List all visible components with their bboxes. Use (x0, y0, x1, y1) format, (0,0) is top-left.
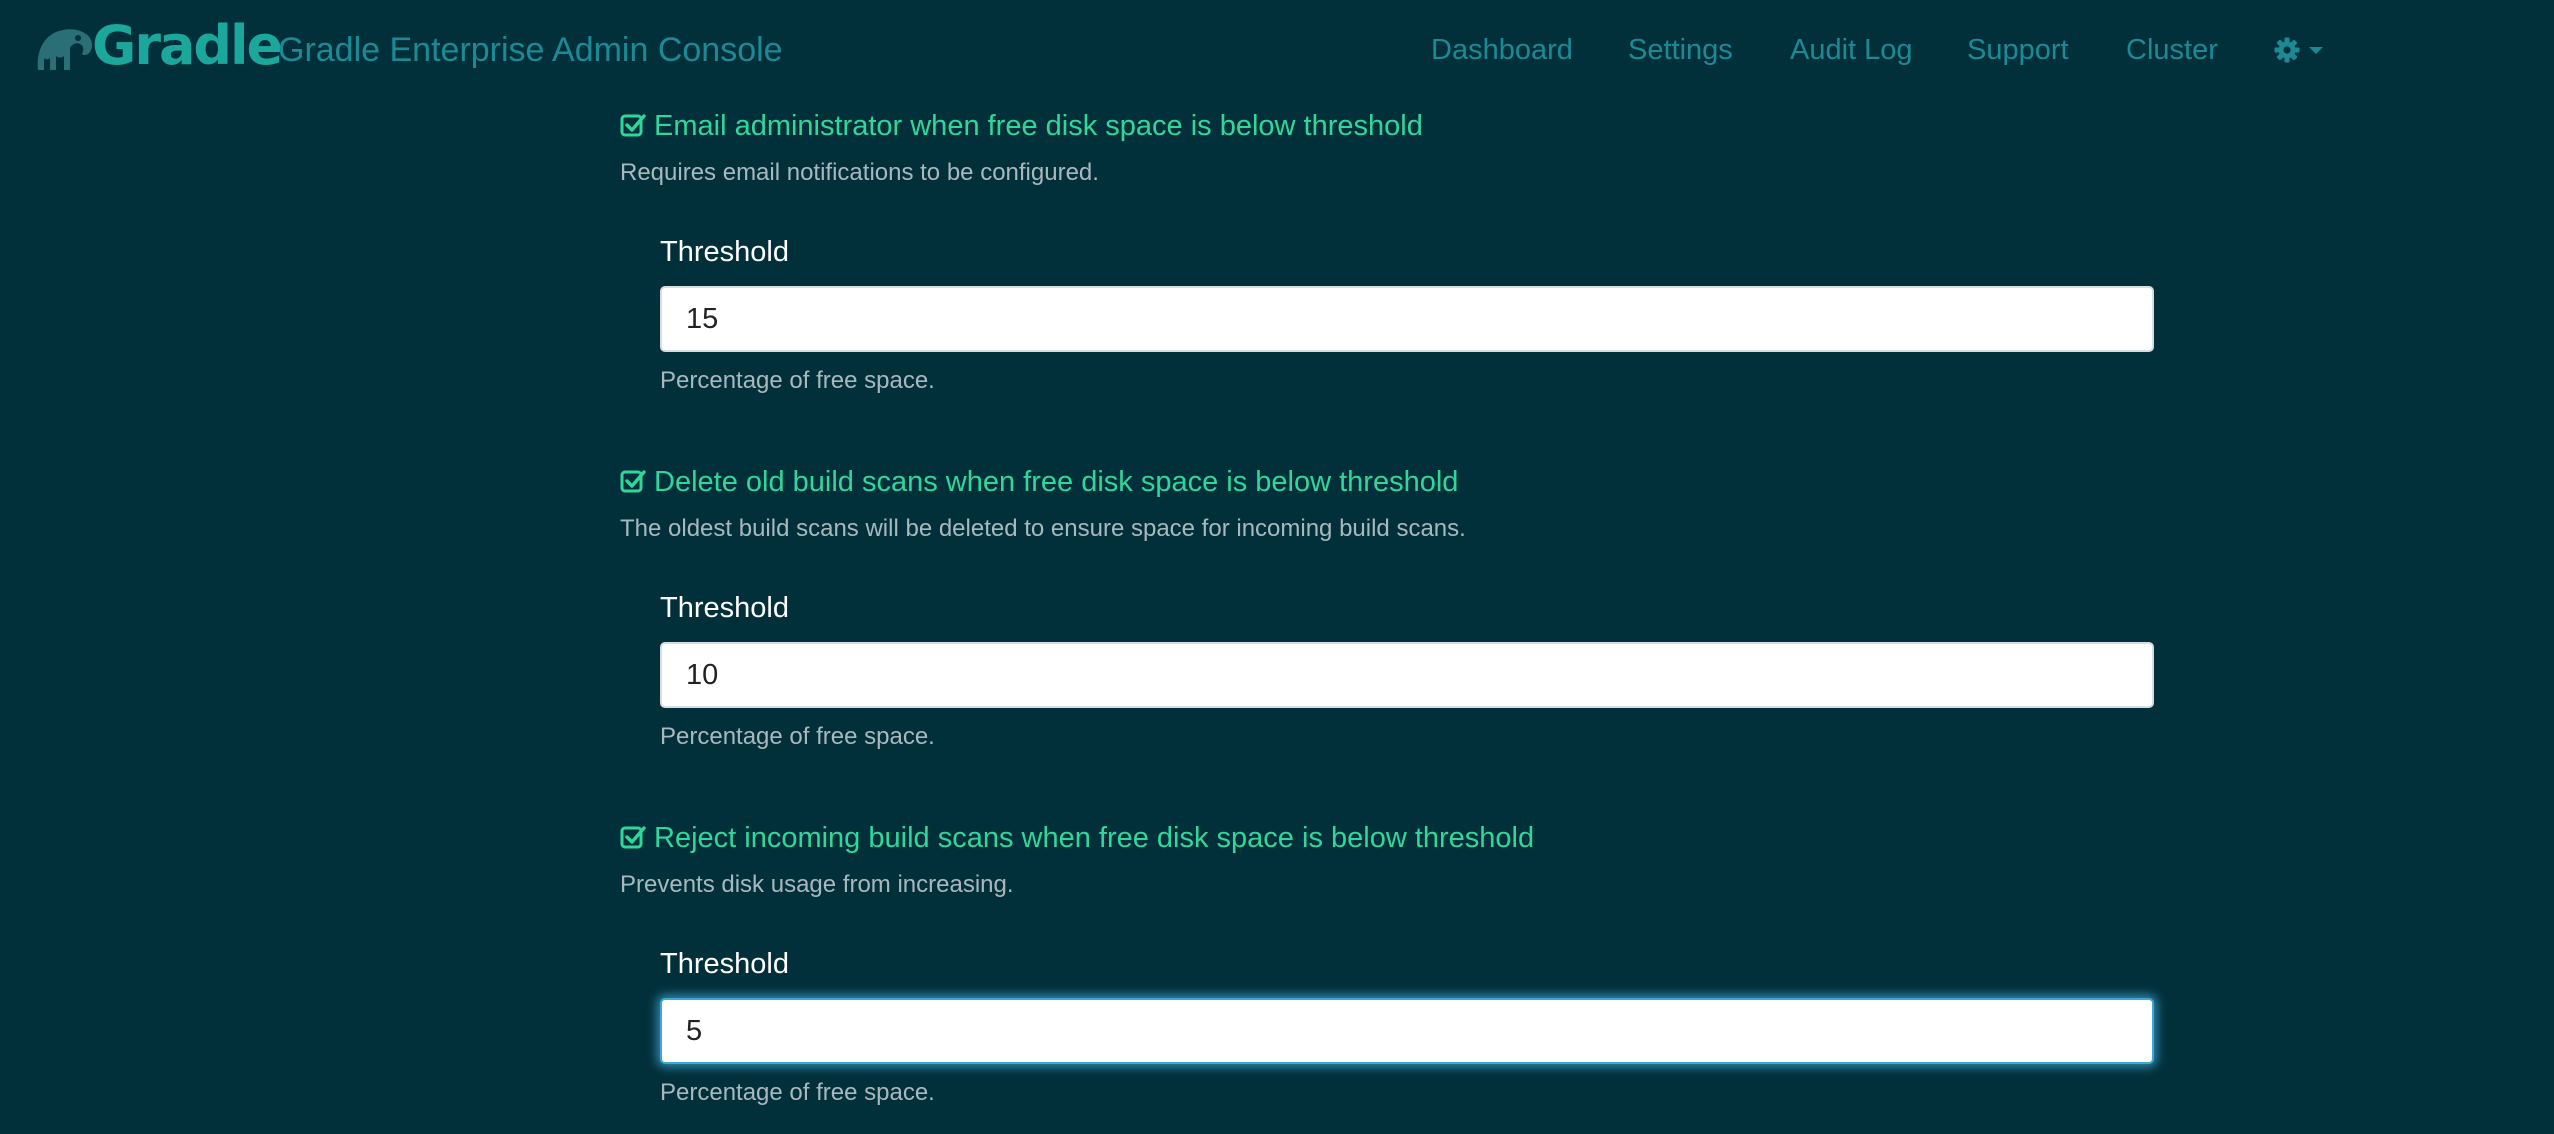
delete-threshold-help: Percentage of free space. (660, 723, 935, 750)
delete-old-scans-description: The oldest build scans will be deleted t… (620, 515, 1466, 542)
chevron-down-icon (2309, 47, 2323, 54)
gear-icon (2274, 37, 2300, 63)
delete-old-scans-title: Delete old build scans when free disk sp… (654, 466, 1459, 498)
reject-threshold-label: Threshold (660, 948, 789, 980)
email-threshold-label: Threshold (660, 236, 789, 268)
reject-incoming-scans-description: Prevents disk usage from increasing. (620, 871, 1014, 898)
reject-threshold-help: Percentage of free space. (660, 1079, 935, 1106)
reject-incoming-scans-checkbox[interactable]: Reject incoming build scans when free di… (620, 820, 1534, 856)
delete-threshold-label: Threshold (660, 592, 789, 624)
reject-incoming-scans-title: Reject incoming build scans when free di… (654, 822, 1535, 854)
gradle-logo[interactable]: Gradle (34, 14, 283, 78)
delete-old-scans-checkbox[interactable]: Delete old build scans when free disk sp… (620, 464, 1458, 500)
nav-support-link[interactable]: Support (1967, 32, 2069, 68)
delete-threshold-input[interactable] (660, 642, 2154, 708)
console-title: Gradle Enterprise Admin Console (278, 31, 783, 69)
nav-dashboard-link[interactable]: Dashboard (1431, 32, 1573, 68)
email-threshold-help: Percentage of free space. (660, 367, 935, 394)
email-threshold-input[interactable] (660, 286, 2154, 352)
checkbox-checked-icon (620, 114, 646, 137)
nav-cluster-link[interactable]: Cluster (2126, 32, 2218, 68)
checkbox-checked-icon (620, 470, 646, 493)
nav-audit-log-link[interactable]: Audit Log (1790, 32, 1913, 68)
email-admin-title: Email administrator when free disk space… (654, 110, 1423, 142)
email-admin-description: Requires email notifications to be confi… (620, 159, 1099, 186)
nav-settings-link[interactable]: Settings (1628, 32, 1733, 68)
logo-wordmark: Gradle (92, 14, 283, 77)
settings-menu-toggle[interactable] (2274, 32, 2324, 68)
email-admin-checkbox[interactable]: Email administrator when free disk space… (620, 108, 1423, 144)
top-navbar: Gradle Gradle Enterprise Admin Console D… (0, 0, 2554, 100)
reject-threshold-input[interactable] (660, 998, 2154, 1064)
elephant-logo-icon (37, 29, 93, 70)
checkbox-checked-icon (620, 826, 646, 849)
